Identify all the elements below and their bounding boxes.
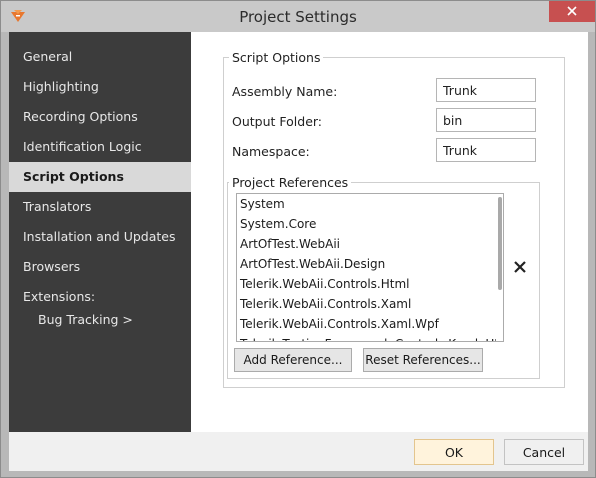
list-item[interactable]: Telerik.WebAii.Controls.Xaml.Wpf bbox=[237, 314, 503, 334]
ok-button[interactable]: OK bbox=[414, 439, 494, 465]
assembly-name-label: Assembly Name: bbox=[232, 84, 338, 99]
settings-sidebar: General Highlighting Recording Options I… bbox=[9, 32, 191, 432]
references-scrollbar[interactable] bbox=[496, 194, 503, 341]
list-item[interactable]: Telerik.TestingFramework.Controls.KendoU… bbox=[237, 334, 503, 341]
namespace-label: Namespace: bbox=[232, 144, 310, 159]
list-item[interactable]: Telerik.WebAii.Controls.Xaml bbox=[237, 294, 503, 314]
sidebar-item-general[interactable]: General bbox=[9, 42, 191, 72]
output-folder-label: Output Folder: bbox=[232, 114, 323, 129]
script-options-panel: Script Options Assembly Name: Output Fol… bbox=[191, 32, 588, 432]
sidebar-item-installation-and-updates[interactable]: Installation and Updates bbox=[9, 222, 191, 252]
add-reference-button[interactable]: Add Reference... bbox=[234, 348, 352, 372]
scrollbar-thumb[interactable] bbox=[498, 197, 502, 290]
output-folder-input[interactable] bbox=[436, 108, 536, 132]
dialog-footer: OK Cancel bbox=[9, 432, 588, 471]
assembly-name-input[interactable] bbox=[436, 78, 536, 102]
list-item[interactable]: ArtOfTest.WebAii.Design bbox=[237, 254, 503, 274]
sidebar-item-translators[interactable]: Translators bbox=[9, 192, 191, 222]
project-references-group-title: Project References bbox=[229, 175, 352, 190]
close-x-icon bbox=[513, 261, 527, 277]
sidebar-item-highlighting[interactable]: Highlighting bbox=[9, 72, 191, 102]
list-item[interactable]: Telerik.WebAii.Controls.Html bbox=[237, 274, 503, 294]
close-icon bbox=[567, 5, 577, 19]
reset-references-button[interactable]: Reset References... bbox=[363, 348, 483, 372]
script-options-group-title: Script Options bbox=[229, 50, 324, 65]
cancel-button[interactable]: Cancel bbox=[504, 439, 584, 465]
list-item[interactable]: System.Core bbox=[237, 214, 503, 234]
close-button[interactable] bbox=[549, 1, 595, 22]
sidebar-item-script-options[interactable]: Script Options bbox=[9, 162, 191, 192]
list-item[interactable]: ArtOfTest.WebAii bbox=[237, 234, 503, 254]
project-settings-window: Project Settings General Highlighting Re… bbox=[0, 0, 596, 478]
list-item[interactable]: System bbox=[237, 194, 503, 214]
remove-reference-button[interactable] bbox=[513, 260, 527, 274]
project-references-list[interactable]: System System.Core ArtOfTest.WebAii ArtO… bbox=[236, 193, 504, 342]
sidebar-item-identification-logic[interactable]: Identification Logic bbox=[9, 132, 191, 162]
sidebar-item-browsers[interactable]: Browsers bbox=[9, 252, 191, 282]
window-title: Project Settings bbox=[239, 8, 357, 26]
sidebar-item-bug-tracking[interactable]: Bug Tracking > bbox=[38, 312, 133, 327]
sidebar-item-recording-options[interactable]: Recording Options bbox=[9, 102, 191, 132]
extensions-label: Extensions: bbox=[23, 289, 96, 304]
title-bar[interactable]: Project Settings bbox=[1, 1, 595, 32]
namespace-input[interactable] bbox=[436, 138, 536, 162]
